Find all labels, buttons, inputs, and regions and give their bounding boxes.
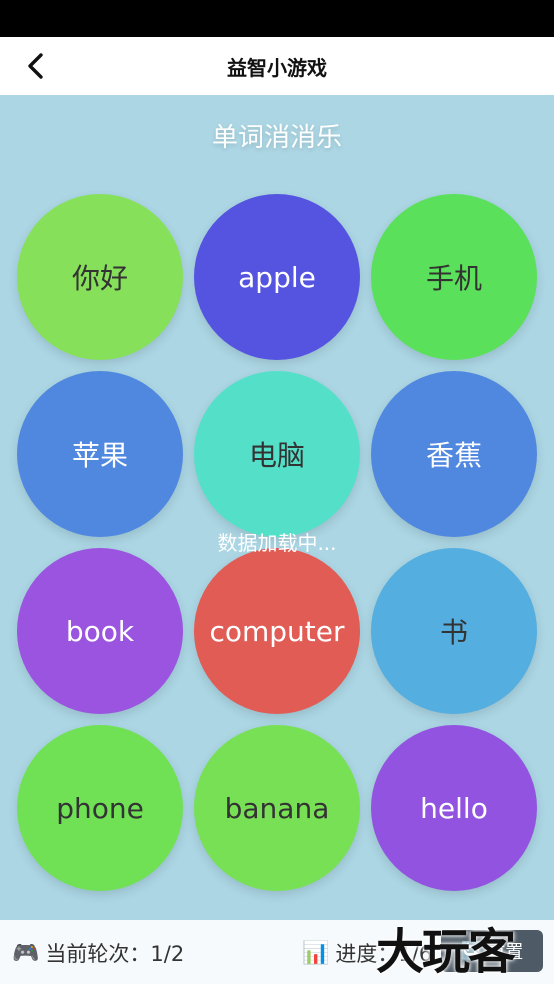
gamepad-icon: 🎮 [12, 940, 40, 966]
status-bar [0, 0, 554, 37]
round-text: 当前轮次：1/2 [45, 942, 185, 966]
reset-button[interactable]: 🔄 重置 [441, 930, 543, 972]
word-bubble[interactable]: book [17, 548, 183, 714]
progress-info: 📊 进度：1/6 [302, 938, 432, 968]
nav-bar: 益智小游戏 [0, 37, 554, 95]
word-bubble[interactable]: 电脑 [194, 371, 360, 537]
round-info: 🎮 当前轮次：1/2 [12, 938, 184, 968]
bottom-bar: 🎮 当前轮次：1/2 📊 进度：1/6 🔄 重置 [0, 920, 554, 984]
word-bubble[interactable]: banana [194, 725, 360, 891]
word-bubble[interactable]: hello [371, 725, 537, 891]
page-title: 益智小游戏 [227, 55, 327, 80]
word-bubble[interactable]: 苹果 [17, 371, 183, 537]
chevron-left-icon [28, 53, 43, 79]
bar-chart-icon: 📊 [302, 940, 330, 966]
word-bubble[interactable]: phone [17, 725, 183, 891]
back-button[interactable] [18, 49, 54, 83]
word-bubble[interactable]: 手机 [371, 194, 537, 360]
reset-label: 重置 [487, 942, 524, 963]
word-bubble[interactable]: 香蕉 [371, 371, 537, 537]
game-title: 单词消消乐 [211, 123, 342, 153]
progress-text: 进度：1/6 [335, 942, 433, 966]
game-area: 单词消消乐 你好 apple 手机苹果 电脑 香蕉 book computer 书 phone b… [0, 95, 554, 920]
word-bubble[interactable]: 书 [371, 548, 537, 714]
word-bubble[interactable]: computer [194, 548, 360, 714]
loading-text: 数据加载中... [217, 531, 337, 555]
word-bubble[interactable]: 你好 [17, 194, 183, 360]
refresh-icon: 🔄 [460, 940, 484, 962]
word-bubble[interactable]: apple [194, 194, 360, 360]
